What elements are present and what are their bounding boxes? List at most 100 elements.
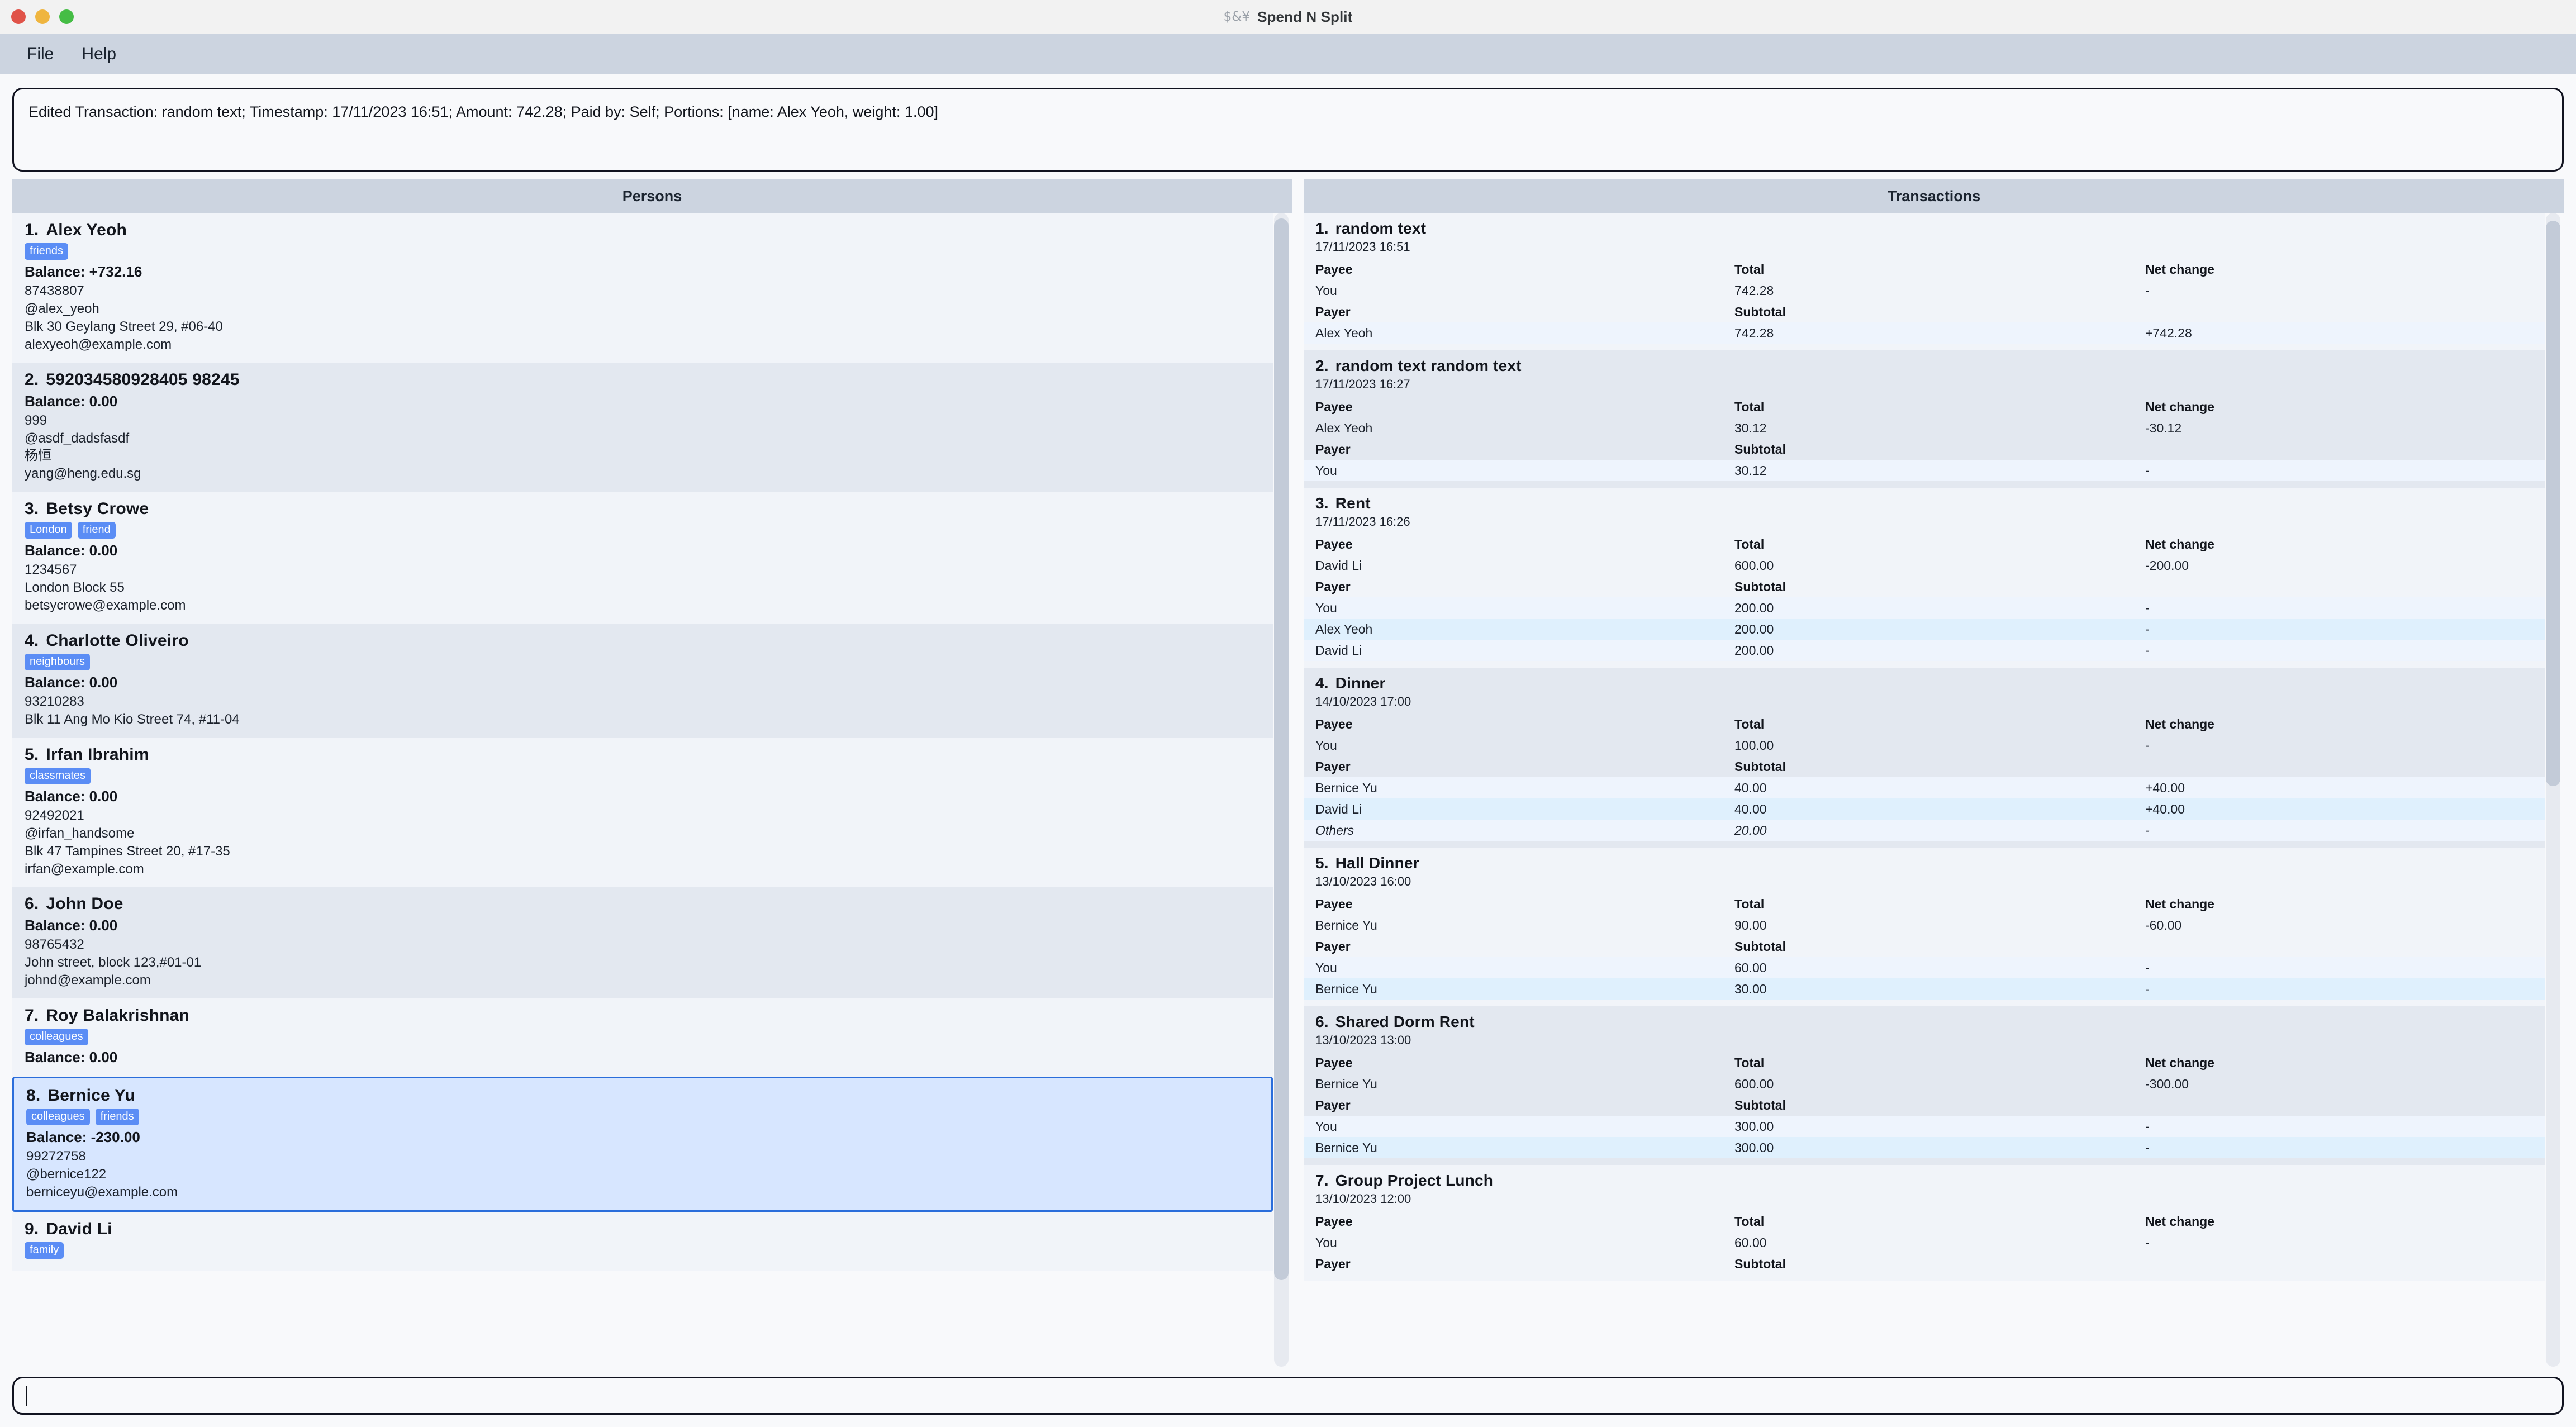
transactions-scrollbar[interactable] xyxy=(2546,213,2560,1367)
menu-item-file[interactable]: File xyxy=(17,41,64,67)
transaction-timestamp: 13/10/2023 13:00 xyxy=(1315,1033,2534,1048)
transaction-card[interactable]: 3.Rent17/11/2023 16:26PayeeTotalNet chan… xyxy=(1304,488,2545,668)
transaction-card[interactable]: 1.random text17/11/2023 16:51PayeeTotalN… xyxy=(1304,213,2545,350)
person-name: 1.Alex Yeoh xyxy=(25,221,1261,240)
persons-list[interactable]: 1.Alex YeohfriendsBalance: +732.16874388… xyxy=(12,213,1273,1367)
txn-cell-name: You xyxy=(1315,960,1734,976)
txn-cell-name: Payee xyxy=(1315,717,1734,732)
txn-cell-name: You xyxy=(1315,1235,1734,1250)
person-card[interactable]: 4.Charlotte OliveironeighboursBalance: 0… xyxy=(12,624,1273,738)
person-tag: friends xyxy=(25,243,68,260)
transaction-payee-header: PayeeTotalNet change xyxy=(1304,714,2545,735)
person-name: 9.David Li xyxy=(25,1220,1261,1239)
person-balance: Balance: 0.00 xyxy=(25,1049,1261,1066)
txn-cell-amount: 90.00 xyxy=(1734,918,2145,933)
transaction-payee-header: PayeeTotalNet change xyxy=(1304,259,2545,280)
minimize-window-icon[interactable] xyxy=(35,9,50,24)
transaction-header-block: 5.Hall Dinner13/10/2023 16:00 xyxy=(1304,854,2545,889)
transaction-card-spacer xyxy=(1304,344,2545,350)
person-tag-row: friends xyxy=(25,243,1261,260)
person-card[interactable]: 6.John DoeBalance: 0.0098765432John stre… xyxy=(12,887,1273,998)
person-card[interactable]: 2.592034580928405 98245Balance: 0.00999@… xyxy=(12,363,1273,492)
txn-cell-net: - xyxy=(2145,738,2534,753)
txn-cell-amount: 20.00 xyxy=(1734,823,2145,838)
txn-cell-name: Payer xyxy=(1315,442,1734,457)
transaction-card[interactable]: 4.Dinner14/10/2023 17:00PayeeTotalNet ch… xyxy=(1304,668,2545,848)
person-name-text: Alex Yeoh xyxy=(46,221,127,239)
person-card[interactable]: 5.Irfan IbrahimclassmatesBalance: 0.0092… xyxy=(12,738,1273,887)
txn-cell-net: +40.00 xyxy=(2145,802,2534,817)
transaction-payee-header: PayeeTotalNet change xyxy=(1304,396,2545,417)
transaction-timestamp: 13/10/2023 16:00 xyxy=(1315,874,2534,889)
transaction-payer-header: PayerSubtotal xyxy=(1304,576,2545,597)
transaction-payer-row: You200.00- xyxy=(1304,597,2545,619)
transaction-payer-row: Bernice Yu40.00+40.00 xyxy=(1304,777,2545,798)
person-balance: Balance: -230.00 xyxy=(26,1129,1259,1146)
person-balance: Balance: +732.16 xyxy=(25,263,1261,280)
transaction-card[interactable]: 6.Shared Dorm Rent13/10/2023 13:00PayeeT… xyxy=(1304,1006,2545,1165)
txn-cell-name: Payee xyxy=(1315,897,1734,912)
main-split-pane: Persons 1.Alex YeohfriendsBalance: +732.… xyxy=(0,179,2576,1367)
transaction-payee-row: Bernice Yu600.00-300.00 xyxy=(1304,1073,2545,1095)
txn-cell-net: Net change xyxy=(2145,1055,2534,1071)
txn-cell-amount: 100.00 xyxy=(1734,738,2145,753)
person-name-text: Roy Balakrishnan xyxy=(46,1006,189,1025)
txn-cell-amount: Total xyxy=(1734,399,2145,415)
transaction-timestamp: 17/11/2023 16:26 xyxy=(1315,515,2534,529)
window-controls xyxy=(11,0,74,34)
person-tag: colleagues xyxy=(26,1109,90,1125)
transaction-index: 4. xyxy=(1315,674,1329,692)
txn-cell-net: Net change xyxy=(2145,717,2534,732)
person-tag: family xyxy=(25,1242,64,1259)
persons-scrollbar[interactable] xyxy=(1274,213,1289,1367)
txn-cell-amount: Total xyxy=(1734,897,2145,912)
close-window-icon[interactable] xyxy=(11,9,26,24)
person-detail: Blk 11 Ang Mo Kio Street 74, #11-04 xyxy=(25,711,1261,729)
person-name: 5.Irfan Ibrahim xyxy=(25,745,1261,764)
transaction-payee-row: Alex Yeoh30.12-30.12 xyxy=(1304,417,2545,439)
transaction-header-block: 7.Group Project Lunch13/10/2023 12:00 xyxy=(1304,1172,2545,1206)
person-tag-row: family xyxy=(25,1242,1261,1259)
text-caret xyxy=(26,1386,27,1406)
transaction-header-block: 3.Rent17/11/2023 16:26 xyxy=(1304,494,2545,529)
result-display: Edited Transaction: random text; Timesta… xyxy=(12,88,2564,172)
transaction-payer-row: Alex Yeoh200.00- xyxy=(1304,619,2545,640)
person-tag: friends xyxy=(96,1109,139,1125)
transaction-index: 5. xyxy=(1315,854,1329,872)
person-card[interactable]: 7.Roy BalakrishnancolleaguesBalance: 0.0… xyxy=(12,998,1273,1077)
persons-panel: Persons 1.Alex YeohfriendsBalance: +732.… xyxy=(12,179,1292,1367)
person-card[interactable]: 9.David Li family xyxy=(12,1212,1273,1271)
txn-cell-amount: 200.00 xyxy=(1734,622,2145,637)
transaction-payer-row: Others20.00- xyxy=(1304,820,2545,841)
txn-cell-amount: Total xyxy=(1734,1214,2145,1229)
transaction-card[interactable]: 5.Hall Dinner13/10/2023 16:00PayeeTotalN… xyxy=(1304,848,2545,1006)
transaction-card[interactable]: 7.Group Project Lunch13/10/2023 12:00Pay… xyxy=(1304,1165,2545,1281)
person-detail: 杨恒 xyxy=(25,447,1261,465)
person-card[interactable]: 8.Bernice YucolleaguesfriendsBalance: -2… xyxy=(12,1077,1273,1212)
txn-cell-name: Payer xyxy=(1315,305,1734,320)
command-input[interactable] xyxy=(12,1377,2564,1415)
transaction-payer-row: Bernice Yu30.00- xyxy=(1304,978,2545,1000)
person-card[interactable]: 3.Betsy CroweLondonfriendBalance: 0.0012… xyxy=(12,492,1273,624)
person-name-text: Bernice Yu xyxy=(47,1086,135,1105)
transaction-title: 6.Shared Dorm Rent xyxy=(1315,1013,2534,1031)
transaction-payer-header: PayerSubtotal xyxy=(1304,756,2545,777)
person-detail: 98765432 xyxy=(25,936,1261,954)
txn-cell-net: Net change xyxy=(2145,399,2534,415)
transaction-payer-header: PayerSubtotal xyxy=(1304,439,2545,460)
txn-cell-name: Bernice Yu xyxy=(1315,781,1734,796)
transaction-card[interactable]: 2.random text random text17/11/2023 16:2… xyxy=(1304,350,2545,488)
txn-cell-net: - xyxy=(2145,601,2534,616)
transaction-title: 4.Dinner xyxy=(1315,674,2534,692)
transaction-card-spacer xyxy=(1304,1000,2545,1006)
person-name-text: Charlotte Oliveiro xyxy=(46,631,188,650)
transactions-list[interactable]: 1.random text17/11/2023 16:51PayeeTotalN… xyxy=(1304,213,2545,1367)
menu-item-help[interactable]: Help xyxy=(72,41,126,67)
maximize-window-icon[interactable] xyxy=(59,9,74,24)
transactions-scrollbar-thumb[interactable] xyxy=(2546,221,2560,786)
txn-cell-name: You xyxy=(1315,738,1734,753)
transaction-payer-row: Bernice Yu300.00- xyxy=(1304,1137,2545,1158)
persons-scrollbar-thumb[interactable] xyxy=(1274,218,1289,1280)
person-card[interactable]: 1.Alex YeohfriendsBalance: +732.16874388… xyxy=(12,213,1273,363)
person-detail: @irfan_handsome xyxy=(25,825,1261,843)
